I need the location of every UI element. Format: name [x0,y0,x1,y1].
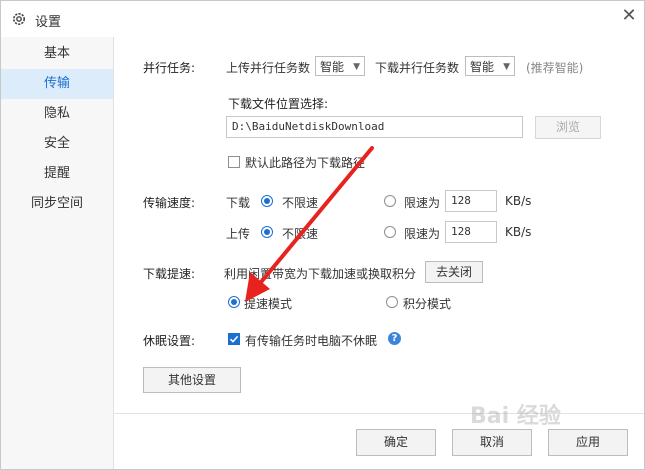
annotation-arrow [245,146,374,302]
